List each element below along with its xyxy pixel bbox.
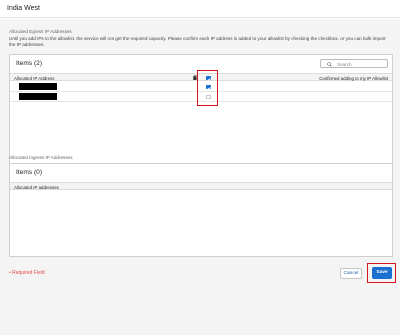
ingress-section-title: Allocated Ingress IP Addresses: [9, 155, 73, 160]
cancel-button[interactable]: Cancel: [340, 268, 362, 279]
ingress-items-panel: Items (0) Allocated IP addresses: [9, 163, 393, 257]
column-header-ip-address: Allocated IP Address: [14, 75, 55, 81]
ingress-panel-header: Items (0): [10, 164, 392, 180]
egress-items-title: Items (2): [16, 60, 43, 67]
search-icon: [327, 61, 332, 67]
redacted-ip-address: [19, 83, 57, 90]
required-field-note: • Required Field: [9, 270, 45, 276]
main-content: Allocated Egress IP Addresses Until you …: [0, 19, 400, 335]
egress-section-title: Allocated Egress IP Addresses: [9, 29, 72, 34]
column-header-ip-addresses: Allocated IP addresses: [14, 184, 59, 190]
egress-description: Until you add IPs to the allowlist, the …: [9, 36, 386, 47]
redacted-ip-address: [19, 93, 57, 100]
save-highlight-box: [367, 263, 396, 283]
egress-panel-header: Items (2) Search: [10, 55, 392, 71]
search-input[interactable]: Search: [337, 62, 352, 67]
search-box[interactable]: Search: [320, 59, 388, 68]
page-title: India West: [7, 5, 40, 12]
ingress-column-header: Allocated IP addresses: [10, 182, 392, 190]
ingress-items-title: Items (0): [16, 169, 43, 176]
checkbox-highlight-box: [197, 70, 218, 106]
column-header-confirmed: Confirmed adding to my IP Allowlist: [319, 75, 388, 81]
page-header: India West: [0, 0, 400, 18]
